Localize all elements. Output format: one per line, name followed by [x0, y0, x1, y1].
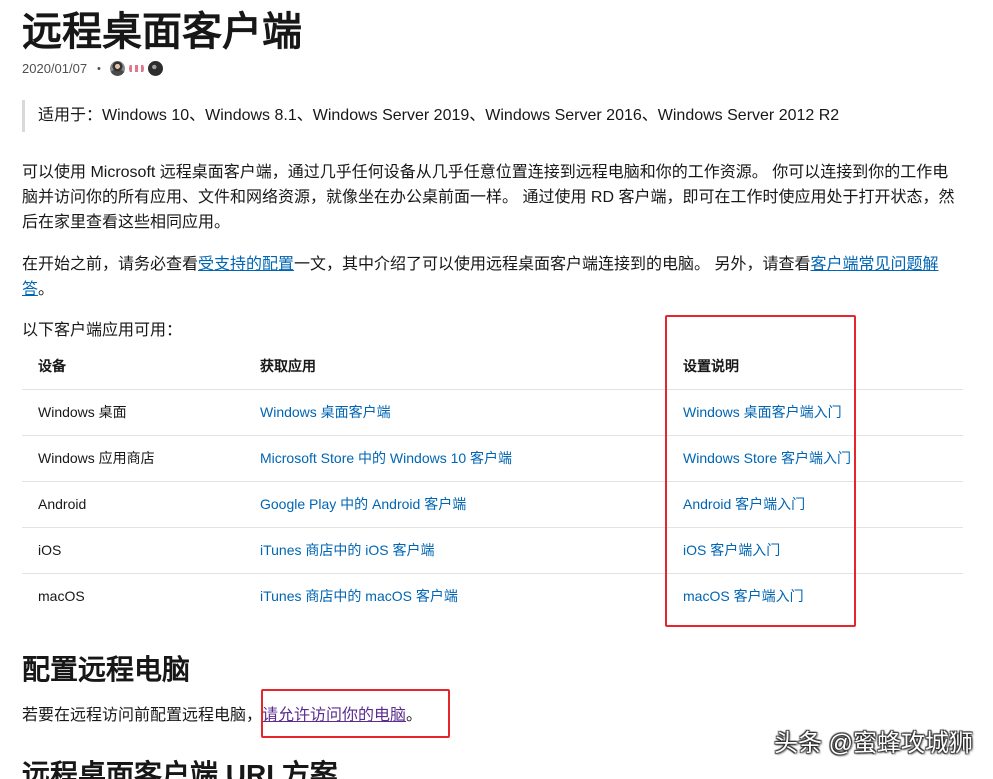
setup-cell: Windows 桌面客户端入门	[667, 388, 963, 435]
publish-date: 2020/01/07	[22, 61, 88, 76]
section-heading-configure: 配置远程电脑	[22, 654, 191, 685]
setup-guide-link[interactable]: Windows Store 客户端入门	[683, 450, 851, 466]
get-app-cell: Microsoft Store 中的 Windows 10 客户端	[244, 434, 667, 481]
prerequisites-paragraph: 在开始之前，请务必查看受支持的配置一文，其中介绍了可以使用远程桌面客户端连接到的…	[22, 252, 957, 302]
setup-guide-link[interactable]: iOS 客户端入门	[683, 542, 780, 558]
device-cell: Android	[22, 480, 244, 527]
supported-configurations-link[interactable]: 受支持的配置	[198, 256, 294, 273]
get-app-cell: Google Play 中的 Android 客户端	[244, 480, 667, 527]
clients-table: 设备 获取应用 设置说明 Windows 桌面 Windows 桌面客户端 Wi…	[22, 344, 963, 619]
intro-paragraph: 可以使用 Microsoft 远程桌面客户端，通过几乎任何设备从几乎任意位置连接…	[22, 164, 955, 231]
setup-guide-link[interactable]: Android 客户端入门	[683, 496, 805, 512]
device-cell: iOS	[22, 526, 244, 573]
prerequisites-text-after: 。	[38, 281, 55, 298]
applies-to-note: 适用于：Windows 10、Windows 8.1、Windows Serve…	[22, 100, 952, 132]
get-app-cell: iTunes 商店中的 macOS 客户端	[244, 572, 667, 619]
watermark: 头条 @蜜蜂攻城狮	[773, 730, 973, 757]
device-cell: Windows 桌面	[22, 388, 244, 435]
configure-text-after: 。	[406, 707, 423, 724]
table-row: Windows 桌面 Windows 桌面客户端 Windows 桌面客户端入门	[22, 388, 963, 435]
prerequisites-text-before: 在开始之前，请务必查看	[22, 256, 199, 273]
setup-cell: iOS 客户端入门	[667, 526, 963, 573]
prerequisites-text-middle: 一文，其中介绍了可以使用远程桌面客户端连接到的电脑。 另外，请查看	[294, 256, 811, 273]
table-row: Android Google Play 中的 Android 客户端 Andro…	[22, 480, 963, 527]
docs-page: 远程桌面客户端 2020/01/07 • 适用于：Windows 10、Wind…	[0, 0, 993, 779]
contributor-avatar-icon[interactable]	[129, 61, 144, 76]
device-cell: Windows 应用商店	[22, 434, 244, 481]
table-header-row: 设备 获取应用 设置说明	[22, 344, 963, 389]
column-header-device: 设备	[38, 358, 66, 375]
contributor-avatar-icon[interactable]	[110, 61, 125, 76]
available-clients-label: 以下客户端应用可用：	[22, 322, 183, 339]
setup-cell: Windows Store 客户端入门	[667, 434, 963, 481]
column-header-setup: 设置说明	[683, 358, 739, 375]
get-app-link[interactable]: Windows 桌面客户端	[260, 404, 391, 420]
metadata-separator: •	[97, 63, 101, 75]
table-row: macOS iTunes 商店中的 macOS 客户端 macOS 客户端入门	[22, 572, 963, 619]
section-heading-uri-scheme: 远程桌面客户端 URI 方案	[22, 759, 338, 779]
get-app-link[interactable]: Google Play 中的 Android 客户端	[260, 496, 466, 512]
table-row: Windows 应用商店 Microsoft Store 中的 Windows …	[22, 434, 963, 481]
page-title: 远程桌面客户端	[22, 10, 302, 54]
setup-cell: Android 客户端入门	[667, 480, 963, 527]
get-app-link[interactable]: Microsoft Store 中的 Windows 10 客户端	[260, 450, 512, 466]
get-app-link[interactable]: iTunes 商店中的 iOS 客户端	[260, 542, 435, 558]
get-app-link[interactable]: iTunes 商店中的 macOS 客户端	[260, 588, 458, 604]
table-row: iOS iTunes 商店中的 iOS 客户端 iOS 客户端入门	[22, 526, 963, 573]
device-cell: macOS	[22, 572, 244, 619]
allow-access-link[interactable]: 请允许访问你的电脑	[262, 707, 406, 724]
configure-text-before: 若要在远程访问前配置远程电脑，	[22, 707, 263, 724]
column-header-get-app: 获取应用	[260, 358, 316, 375]
configure-paragraph: 若要在远程访问前配置远程电脑，请允许访问你的电脑。	[22, 703, 957, 729]
setup-guide-link[interactable]: Windows 桌面客户端入门	[683, 404, 842, 420]
get-app-cell: Windows 桌面客户端	[244, 388, 667, 435]
setup-guide-link[interactable]: macOS 客户端入门	[683, 588, 804, 604]
get-app-cell: iTunes 商店中的 iOS 客户端	[244, 526, 667, 573]
setup-cell: macOS 客户端入门	[667, 572, 963, 619]
contributor-avatar-icon[interactable]	[148, 61, 163, 76]
applies-to-text: 适用于：Windows 10、Windows 8.1、Windows Serve…	[38, 107, 840, 124]
